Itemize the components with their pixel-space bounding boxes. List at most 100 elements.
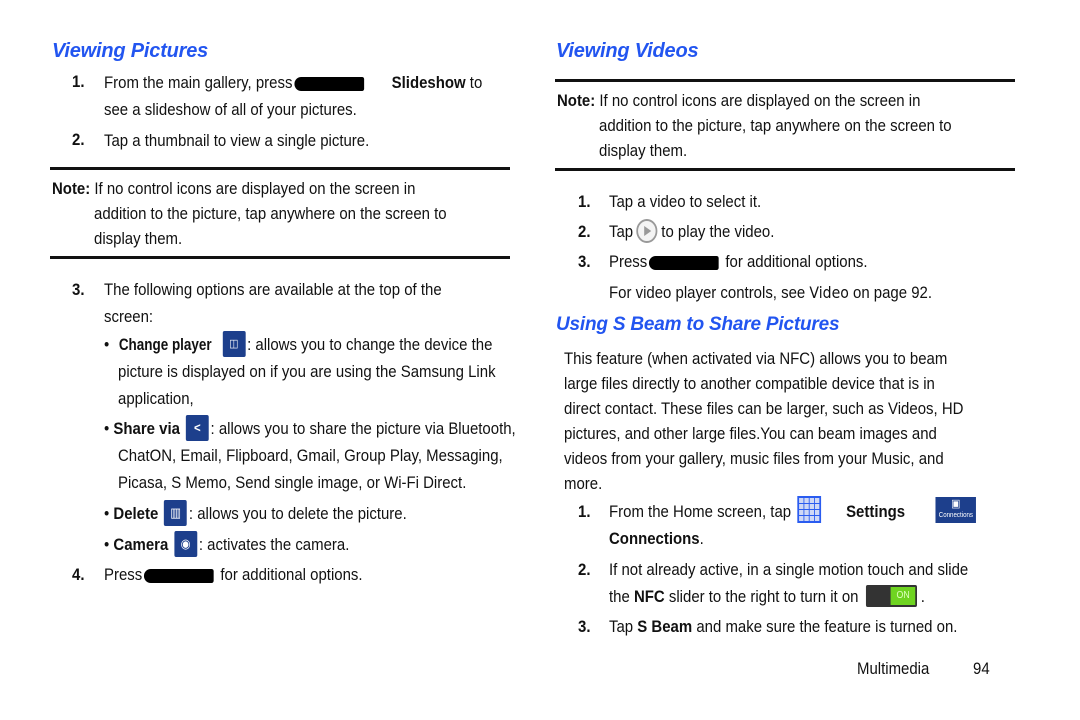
step-text: Tap S Beam and make sure the feature is … [609, 614, 957, 639]
step-text-part: Press [104, 565, 143, 584]
option-desc: application, [118, 389, 194, 408]
toggle-on-label: ON [890, 586, 916, 605]
trash-icon: ▥ [164, 499, 188, 526]
step-text: Connections. [609, 526, 704, 551]
xref-text: For video player controls, see Video on … [609, 280, 932, 305]
step-text-part: the [609, 587, 634, 606]
step-text-part: From the main gallery, press [104, 73, 293, 92]
menu-key-icon [144, 568, 215, 583]
step-text-part: From the Home screen, tap [609, 502, 792, 521]
step-text-part: for additional options. [725, 252, 868, 271]
connections-label: Connections [609, 529, 700, 548]
step-text: Tap a video to select it. [609, 192, 762, 211]
menu-key-icon [649, 255, 720, 270]
connections-icon-label: Connections [938, 511, 974, 519]
note-divider [555, 79, 1015, 82]
note-line: If no control icons are displayed on the… [595, 91, 921, 110]
slideshow-label: Slideshow [391, 73, 466, 92]
camera-icon: ◉ [174, 530, 198, 557]
s-beam-paragraph-line: This feature (when activated via NFC) al… [564, 349, 948, 368]
note-line: If no control icons are displayed on the… [90, 179, 416, 198]
note-line: addition to the picture, tap anywhere on… [94, 204, 447, 223]
note-divider [555, 168, 1015, 171]
step-text: From the main gallery, press Slideshow t… [104, 70, 482, 95]
step-number: 3. [72, 280, 85, 299]
step-text: From the Home screen, tap Settings ▣ Conn… [609, 496, 977, 526]
option-share-via: • Share via <: allows you to share the p… [104, 414, 516, 443]
xref-pre: For video player controls, see [609, 283, 810, 302]
viewing-pictures-heading: Viewing Pictures [52, 40, 209, 62]
step-text-part: Press [609, 252, 648, 271]
step-number: 1. [578, 502, 591, 521]
connections-tab-icon: ▣ Connections [935, 496, 977, 523]
nfc-toggle-icon: ON [866, 584, 918, 607]
step-text-part: for additional options. [220, 565, 363, 584]
settings-label: Settings [846, 502, 906, 521]
s-beam-paragraph-line: pictures, and other large files.You can … [564, 424, 937, 443]
note-divider [50, 167, 510, 170]
footer-section: Multimedia [857, 659, 930, 678]
menu-key-icon [294, 76, 365, 91]
option-desc: : activates the camera. [198, 535, 350, 554]
xref-post: on page 92. [848, 283, 933, 302]
step-text: If not already active, in a single motio… [609, 560, 969, 579]
option-label: Change player [118, 335, 212, 354]
note-text: Note: If no control icons are displayed … [557, 88, 920, 113]
step-text: Tap a thumbnail to view a single picture… [104, 131, 370, 150]
step-text: the NFC slider to the right to turn it o… [609, 584, 925, 609]
step-text-part: and make sure the feature is turned on. [692, 617, 958, 636]
s-beam-paragraph-line: more. [564, 474, 603, 493]
step-text-part: . [699, 529, 704, 548]
apps-grid-icon [797, 496, 821, 524]
step-number: 2. [578, 222, 591, 241]
option-desc: ChatON, Email, Flipboard, Gmail, Group P… [118, 446, 503, 465]
note-line: display them. [94, 229, 183, 248]
step-text: The following options are available at t… [104, 280, 442, 299]
option-label: Delete [113, 504, 159, 523]
share-icon: < [185, 414, 209, 441]
note-label: Note: [52, 179, 91, 198]
step-number: 4. [72, 565, 85, 584]
option-change-player: • Change player ◫: allows you to change … [104, 330, 493, 359]
option-camera: • Camera ◉: activates the camera. [104, 530, 350, 559]
nfc-label: NFC [633, 587, 665, 606]
viewing-videos-heading: Viewing Videos [556, 40, 699, 62]
option-desc: : allows you to share the picture via Bl… [210, 419, 516, 438]
step-text: Press for additional options. [609, 249, 868, 274]
note-line: display them. [599, 141, 688, 160]
play-icon [636, 218, 658, 243]
step-text: see a slideshow of all of your pictures. [104, 100, 357, 119]
note-text: Note: If no control icons are displayed … [52, 176, 415, 201]
option-delete: • Delete ▥: allows you to delete the pic… [104, 499, 407, 528]
step-text-part: Tap [609, 617, 638, 636]
option-label: Camera [113, 535, 169, 554]
step-number: 1. [578, 192, 591, 211]
step-number: 3. [578, 252, 591, 271]
step-text-part: Tap [609, 222, 634, 241]
s-beam-paragraph-line: direct contact. These files can be large… [564, 399, 964, 418]
s-beam-paragraph-line: large files directly to another compatib… [564, 374, 935, 393]
note-label: Note: [557, 91, 596, 110]
page-number: 94 [973, 659, 990, 678]
option-desc: Picasa, S Memo, Send single image, or Wi… [118, 473, 467, 492]
step-number: 1. [72, 72, 85, 91]
step-text: Press for additional options. [104, 562, 363, 587]
option-label: Share via [113, 419, 180, 438]
video-link[interactable]: Video [809, 283, 848, 302]
step-text: screen: [104, 307, 154, 326]
step-text-part: to [465, 73, 483, 92]
step-number: 2. [72, 130, 85, 149]
step-text-part: . [920, 587, 925, 606]
step-text-part: to play the video. [661, 222, 775, 241]
option-desc: picture is displayed on if you are using… [118, 362, 496, 381]
step-number: 3. [578, 617, 591, 636]
note-line: addition to the picture, tap anywhere on… [599, 116, 952, 135]
s-beam-label: S Beam [637, 617, 693, 636]
step-number: 2. [578, 560, 591, 579]
option-desc: : allows you to delete the picture. [188, 504, 407, 523]
s-beam-heading: Using S Beam to Share Pictures [556, 314, 840, 335]
step-text-part: slider to the right to turn it on [664, 587, 859, 606]
change-player-icon: ◫ [222, 330, 246, 357]
option-desc: : allows you to change the device the [247, 335, 493, 354]
s-beam-paragraph-line: videos from your gallery, music files fr… [564, 449, 944, 468]
